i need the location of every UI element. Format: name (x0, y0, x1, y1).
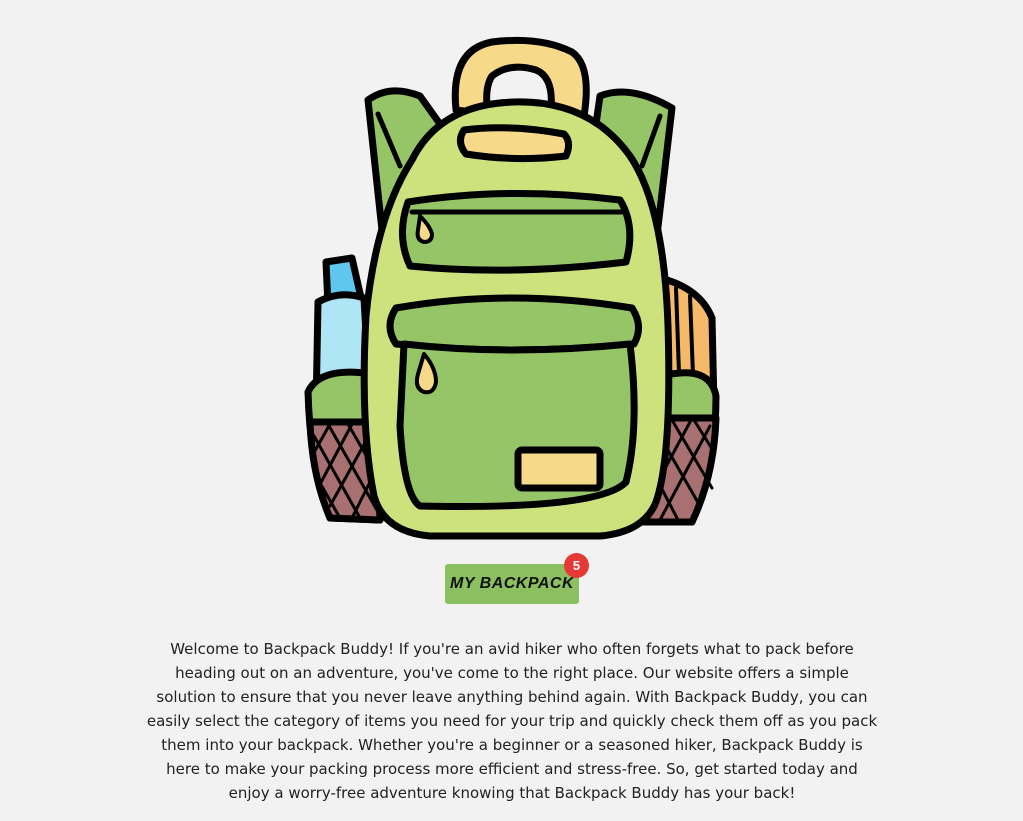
pocket-label (514, 446, 604, 492)
backpack-illustration (300, 26, 724, 542)
my-backpack-button[interactable]: MY BACKPACK (445, 564, 579, 604)
middle-flap (386, 294, 642, 354)
backpack-count-badge: 5 (564, 553, 589, 578)
intro-paragraph: Welcome to Backpack Buddy! If you're an … (146, 640, 878, 802)
upper-pocket (398, 189, 634, 274)
top-tag (457, 124, 573, 163)
